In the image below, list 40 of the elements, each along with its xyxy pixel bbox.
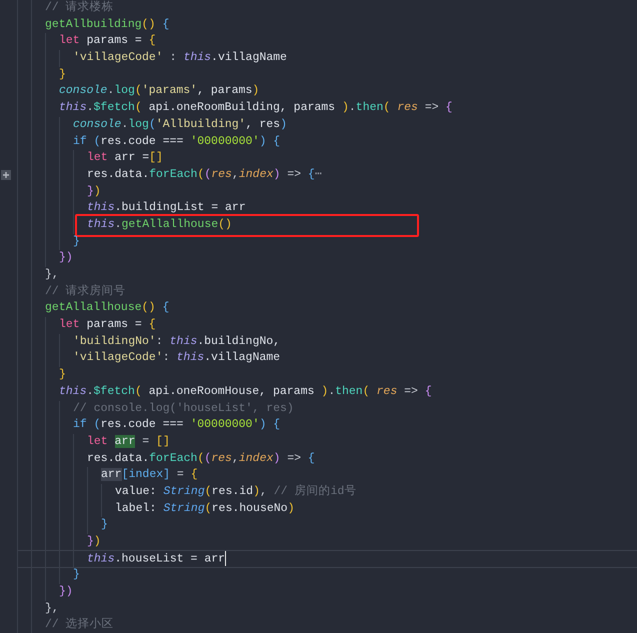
code-line: res.data.forEach((res,index) => {⋯ [87,166,322,183]
code-line: 'villageCode': this.villagName [73,350,280,366]
code-line: this.buildingList = arr [87,200,246,216]
code-line: }) [87,184,101,200]
code-line: arr[index] = { [101,467,198,484]
code-line: // 请求房间号 [45,284,126,300]
code-line: this.houseList = arr [87,550,226,568]
code-line: // console.log('houseList', res) [73,400,294,416]
code-line: }, [45,600,59,617]
code-line: if (res.code === '00000000') { [73,417,280,434]
code-line: label: String(res.houseNo) [115,500,294,517]
code-line: this.getAllallhouse() [87,216,232,234]
code-line: // 请求楼栋 [45,0,114,16]
code-line: res.data.forEach((res,index) => { [87,450,315,467]
code-line: value: String(res.id), // 房间的id号 [115,484,356,500]
code-line: } [73,567,80,584]
code-line: } [59,367,66,384]
code-line: } [101,517,108,534]
code-line: if (res.code === '00000000') { [73,134,280,150]
text-cursor [225,550,226,566]
code-line: let params = { [59,317,156,334]
code-line: let arr = [] [87,434,170,450]
code-line: 'villageCode' : this.villagName [73,50,287,66]
code-line: let params = { [59,33,156,50]
code-line: }, [45,267,59,283]
code-line: console.log('Allbuilding', res) [73,116,287,133]
code-line: }) [59,250,73,266]
expand-icon[interactable] [1,170,11,180]
code-line: 'buildingNo': this.buildingNo, [73,334,280,350]
code-line: }) [59,584,73,600]
code-line: let arr =[] [87,150,163,166]
code-line: this.$fetch( api.oneRoomBuilding, params ).then( res => { [59,100,452,116]
code-line: } [59,66,66,83]
code-line: }) [87,534,101,550]
code-line: console.log('params', params) [59,83,260,100]
code-line: } [73,234,80,250]
code-line: this.$fetch( api.oneRoomHouse, params ).then( res => { [59,384,432,400]
code-line: getAllbuilding() { [45,16,170,33]
code-line: getAllallhouse() { [45,300,170,316]
code-line: // 选择小区 [45,617,114,633]
